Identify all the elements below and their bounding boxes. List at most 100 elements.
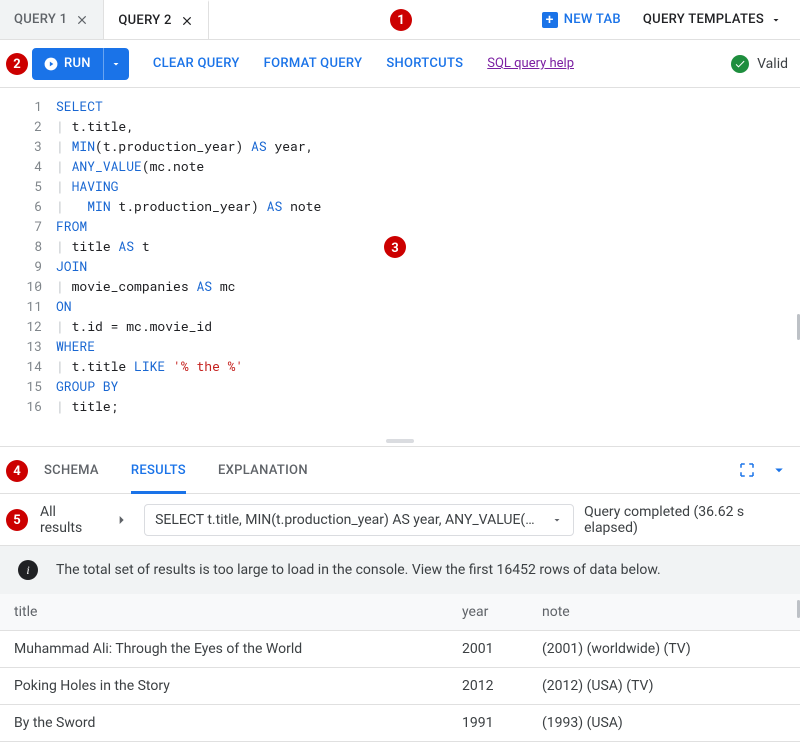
code-line[interactable]: 6| MIN t.production_year) AS note: [0, 196, 800, 216]
cell-year: 2001: [448, 631, 528, 668]
code-content: | HAVING: [56, 176, 118, 196]
callout-5: 5: [6, 509, 28, 531]
line-number: 2: [0, 116, 56, 136]
tab-label: QUERY 2: [118, 13, 171, 28]
caret-down-icon: [110, 58, 122, 70]
valid-label: Valid: [757, 56, 788, 72]
tab-results[interactable]: RESULTS: [131, 447, 186, 493]
tab-query-1[interactable]: QUERY 1: [0, 0, 104, 39]
table-row[interactable]: By the Sword1991(1993) (USA): [0, 705, 800, 742]
code-line[interactable]: 9JOIN: [0, 256, 800, 276]
new-tab-button[interactable]: + NEW TAB: [530, 12, 633, 28]
shortcuts-button[interactable]: SHORTCUTS: [386, 56, 463, 71]
code-content: | MIN(t.production_year) AS year,: [56, 136, 313, 156]
code-content: | t.title,: [56, 116, 134, 136]
plus-icon: +: [542, 12, 558, 28]
tab-label: QUERY 1: [14, 12, 67, 27]
line-number: 8: [0, 236, 56, 256]
code-line[interactable]: 5| HAVING: [0, 176, 800, 196]
close-icon[interactable]: [75, 13, 89, 27]
all-results-link[interactable]: All results: [40, 504, 98, 536]
line-number: 13: [0, 336, 56, 356]
banner-text: The total set of results is too large to…: [56, 562, 661, 578]
code-content: ON: [56, 296, 72, 316]
code-content: GROUP BY: [56, 376, 118, 396]
code-line[interactable]: 1SELECT: [0, 96, 800, 116]
code-content: | t.id = mc.movie_id: [56, 316, 212, 336]
results-table: title year note Muhammad Ali: Through th…: [0, 594, 800, 742]
code-content: | movie_companies AS mc: [56, 276, 235, 296]
line-number: 6: [0, 196, 56, 216]
code-content: | title AS t: [56, 236, 150, 256]
caret-down-icon: [770, 14, 782, 26]
code-line[interactable]: 12| t.id = mc.movie_id: [0, 316, 800, 336]
clear-query-button[interactable]: CLEAR QUERY: [153, 56, 240, 71]
code-line[interactable]: 13WHERE: [0, 336, 800, 356]
format-query-button[interactable]: FORMAT QUERY: [264, 56, 363, 71]
run-button[interactable]: RUN: [32, 48, 103, 80]
cell-note: (2001) (worldwide) (TV): [528, 631, 800, 668]
tab-explanation[interactable]: EXPLANATION: [218, 447, 308, 493]
new-tab-label: NEW TAB: [564, 12, 621, 27]
table-header-row: title year note: [0, 594, 800, 631]
line-number: 1: [0, 96, 56, 116]
tab-query-2[interactable]: QUERY 2: [104, 0, 208, 39]
query-tabs-bar: QUERY 1 QUERY 2 + NEW TAB QUERY TEMPLATE…: [0, 0, 800, 40]
code-line[interactable]: 2| t.title,: [0, 116, 800, 136]
table-row[interactable]: Muhammad Ali: Through the Eyes of the Wo…: [0, 631, 800, 668]
code-line[interactable]: 15GROUP BY: [0, 376, 800, 396]
cell-title: Muhammad Ali: Through the Eyes of the Wo…: [0, 631, 448, 668]
query-status: Query completed (36.62 s elapsed): [584, 504, 788, 536]
editor-toolbar: RUN CLEAR QUERY FORMAT QUERY SHORTCUTS S…: [0, 40, 800, 88]
code-line[interactable]: 10| movie_companies AS mc: [0, 276, 800, 296]
code-line[interactable]: 7FROM: [0, 216, 800, 236]
code-line[interactable]: 8| title AS t: [0, 236, 800, 256]
close-icon[interactable]: [180, 14, 194, 28]
col-note-header[interactable]: note: [528, 594, 800, 631]
col-title-header[interactable]: title: [0, 594, 448, 631]
callout-4: 4: [6, 460, 28, 482]
code-line[interactable]: 16| title;: [0, 396, 800, 416]
code-content: WHERE: [56, 336, 95, 356]
query-templates-menu[interactable]: QUERY TEMPLATES: [633, 12, 792, 27]
validity-badge: Valid: [731, 55, 788, 73]
caret-down-icon: [551, 514, 563, 526]
code-content: | title;: [56, 396, 118, 416]
tab-schema[interactable]: SCHEMA: [44, 447, 99, 493]
resize-handle[interactable]: [0, 436, 800, 446]
cell-title: By the Sword: [0, 705, 448, 742]
sql-editor[interactable]: 1SELECT2| t.title,3| MIN(t.production_ye…: [0, 88, 800, 436]
query-dropdown[interactable]: SELECT t.title, MIN(t.production_year) A…: [144, 504, 574, 536]
chevron-right-icon: [108, 506, 134, 534]
line-number: 10: [0, 276, 56, 296]
line-number: 16: [0, 396, 56, 416]
callout-2: 2: [6, 53, 28, 75]
line-number: 3: [0, 136, 56, 156]
line-number: 7: [0, 216, 56, 236]
check-icon: [731, 55, 749, 73]
query-chip-text: SELECT t.title, MIN(t.production_year) A…: [155, 512, 543, 528]
col-year-header[interactable]: year: [448, 594, 528, 631]
play-icon: [44, 57, 58, 71]
code-content: | ANY_VALUE(mc.note: [56, 156, 204, 176]
code-content: JOIN: [56, 256, 87, 276]
sql-help-link[interactable]: SQL query help: [487, 56, 574, 71]
cell-year: 2012: [448, 668, 528, 705]
code-line[interactable]: 11ON: [0, 296, 800, 316]
table-row[interactable]: Poking Holes in the Story2012(2012) (USA…: [0, 668, 800, 705]
cell-note: (1993) (USA): [528, 705, 800, 742]
run-label: RUN: [64, 56, 91, 71]
cell-title: Poking Holes in the Story: [0, 668, 448, 705]
results-breadcrumb-row: All results SELECT t.title, MIN(t.produc…: [0, 494, 800, 546]
code-line[interactable]: 4| ANY_VALUE(mc.note: [0, 156, 800, 176]
code-line[interactable]: 14| t.title LIKE '% the %': [0, 356, 800, 376]
code-line[interactable]: 3| MIN(t.production_year) AS year,: [0, 136, 800, 156]
line-number: 14: [0, 356, 56, 376]
info-icon: i: [18, 560, 38, 580]
callout-1: 1: [390, 9, 412, 31]
fullscreen-icon[interactable]: [738, 461, 756, 479]
line-number: 4: [0, 156, 56, 176]
results-panel: SCHEMA RESULTS EXPLANATION 4 All results…: [0, 446, 800, 742]
collapse-icon[interactable]: [770, 461, 788, 479]
run-menu-button[interactable]: [103, 48, 129, 80]
